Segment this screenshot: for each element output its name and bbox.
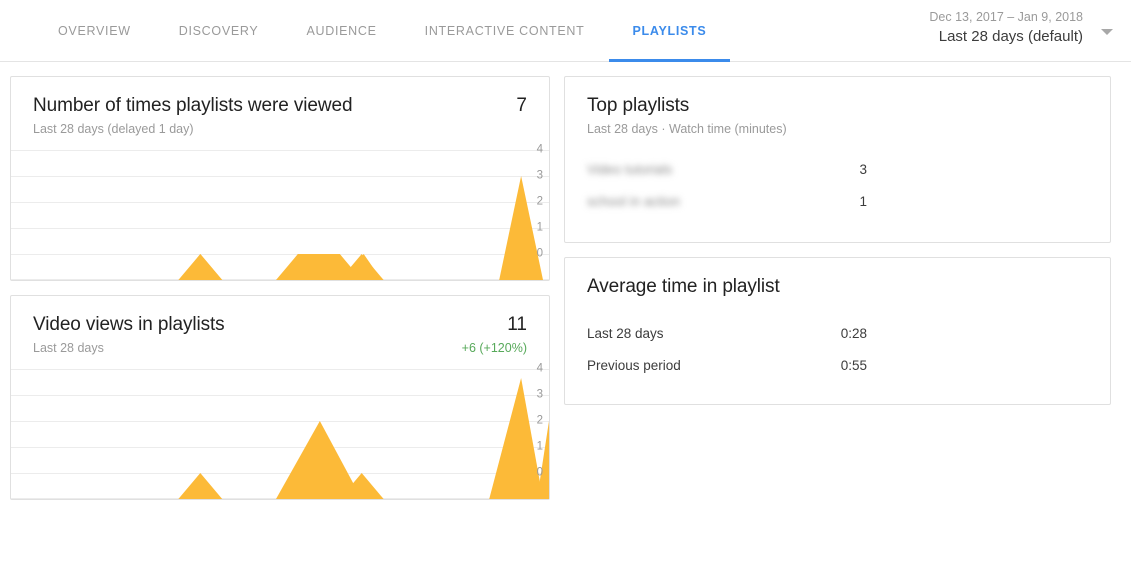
card-header: Average time in playlist bbox=[565, 258, 1110, 298]
date-range-text: Dec 13, 2017 – Jan 9, 2018 Last 28 days … bbox=[929, 8, 1083, 48]
card-subtitle: Last 28 days bbox=[33, 341, 104, 355]
playlists-dashboard: Number of times playlists were viewed 7 … bbox=[0, 62, 1131, 514]
y-tick-label: 4 bbox=[536, 143, 543, 156]
card-total-value: 7 bbox=[516, 95, 527, 116]
y-tick-label: 4 bbox=[536, 362, 543, 375]
card-playlist-views: Number of times playlists were viewed 7 … bbox=[10, 76, 550, 281]
period-value: 0:28 bbox=[840, 325, 867, 341]
y-tick-label: 2 bbox=[536, 195, 543, 208]
table-row: Last 28 days 0:28 bbox=[587, 318, 1088, 348]
area-chart-playlist-views: 4 3 2 1 0 bbox=[11, 144, 549, 280]
card-average-time: Average time in playlist Last 28 days 0:… bbox=[564, 257, 1111, 405]
card-title-row: Top playlists bbox=[587, 95, 1088, 117]
tab-label: PLAYLISTS bbox=[632, 23, 707, 38]
right-column: Top playlists Last 28 days · Watch time … bbox=[564, 76, 1111, 419]
average-time-bars: Last 28 days 0:28 Previous period 0:55 bbox=[565, 298, 1110, 404]
date-range-preset: Last 28 days (default) bbox=[938, 28, 1083, 45]
table-row[interactable]: school in action 1 bbox=[587, 186, 1088, 216]
card-top-playlists: Top playlists Last 28 days · Watch time … bbox=[564, 76, 1111, 243]
area-series-peak-4 bbox=[489, 378, 544, 499]
gridlines bbox=[11, 150, 549, 280]
period-value: 0:55 bbox=[840, 357, 867, 373]
card-title-row: Video views in playlists 11 bbox=[33, 314, 527, 336]
bar-track bbox=[879, 192, 1088, 210]
date-range-selector[interactable]: Dec 13, 2017 – Jan 9, 2018 Last 28 days … bbox=[929, 8, 1113, 48]
y-tick-label: 3 bbox=[536, 169, 543, 182]
card-header: Top playlists Last 28 days · Watch time … bbox=[565, 77, 1110, 136]
period-label: Previous period bbox=[587, 357, 681, 373]
bar-track bbox=[879, 356, 1088, 374]
playlist-watch-time: 1 bbox=[859, 193, 867, 209]
area-series-peak-2 bbox=[276, 421, 362, 499]
card-video-views: Video views in playlists 11 Last 28 days… bbox=[10, 295, 550, 500]
tab-playlists[interactable]: PLAYLISTS bbox=[608, 0, 731, 62]
card-title: Top playlists bbox=[587, 95, 690, 116]
card-title-row: Average time in playlist bbox=[587, 276, 1088, 298]
y-tick-label: 3 bbox=[536, 388, 543, 401]
analytics-tab-bar: OVERVIEW DISCOVERY AUDIENCE INTERACTIVE … bbox=[0, 0, 1131, 62]
card-subtitle-row: Last 28 days +6 (+120%) bbox=[33, 341, 527, 355]
card-total-value: 11 bbox=[507, 314, 527, 335]
area-chart-svg bbox=[11, 150, 549, 280]
card-subtitle-row: Last 28 days · Watch time (minutes) bbox=[587, 122, 1088, 136]
bar-track bbox=[879, 324, 1088, 342]
area-series bbox=[11, 254, 522, 280]
card-subtitle: Last 28 days (delayed 1 day) bbox=[33, 122, 194, 136]
tab-audience[interactable]: AUDIENCE bbox=[282, 0, 400, 61]
area-chart-video-views: 4 3 2 1 0 bbox=[11, 363, 549, 499]
tab-label: AUDIENCE bbox=[306, 23, 377, 38]
tab-overview[interactable]: OVERVIEW bbox=[34, 0, 155, 61]
table-row[interactable]: Video tutorials 3 bbox=[587, 154, 1088, 184]
bar-track bbox=[879, 160, 1088, 178]
top-playlists-bars: Video tutorials 3 school in action 1 bbox=[565, 136, 1110, 242]
playlist-watch-time: 3 bbox=[859, 161, 867, 177]
card-header: Number of times playlists were viewed 7 … bbox=[11, 77, 549, 136]
card-title: Average time in playlist bbox=[587, 276, 780, 297]
tab-label: DISCOVERY bbox=[178, 23, 259, 38]
gridlines bbox=[11, 369, 549, 499]
period-label: Last 28 days bbox=[587, 325, 664, 341]
tab-interactive-content[interactable]: INTERACTIVE CONTENT bbox=[401, 0, 609, 61]
tab-label: INTERACTIVE CONTENT bbox=[424, 23, 585, 38]
card-title: Number of times playlists were viewed bbox=[33, 95, 353, 116]
tab-label: OVERVIEW bbox=[58, 23, 131, 38]
tab-list: OVERVIEW DISCOVERY AUDIENCE INTERACTIVE … bbox=[0, 0, 731, 62]
card-title: Video views in playlists bbox=[33, 314, 225, 335]
y-tick-label: 0 bbox=[536, 247, 543, 260]
y-tick-label: 0 bbox=[536, 466, 543, 479]
area-series-peak-1 bbox=[178, 254, 223, 280]
card-header: Video views in playlists 11 Last 28 days… bbox=[11, 296, 549, 355]
table-row: Previous period 0:55 bbox=[587, 350, 1088, 380]
card-subtitle: Last 28 days · Watch time (minutes) bbox=[587, 122, 787, 136]
y-tick-label: 1 bbox=[536, 440, 543, 453]
card-subtitle-row: Last 28 days (delayed 1 day) bbox=[33, 122, 527, 136]
y-tick-label: 2 bbox=[536, 414, 543, 427]
left-column: Number of times playlists were viewed 7 … bbox=[10, 76, 550, 514]
y-tick-label: 1 bbox=[536, 221, 543, 234]
tab-discovery[interactable]: DISCOVERY bbox=[155, 0, 283, 61]
date-range-dates: Dec 13, 2017 – Jan 9, 2018 bbox=[929, 10, 1083, 24]
playlist-name: school in action bbox=[587, 193, 681, 209]
card-title-row: Number of times playlists were viewed 7 bbox=[33, 95, 527, 117]
area-chart-svg bbox=[11, 369, 549, 499]
area-series-peak-1 bbox=[178, 473, 223, 499]
playlist-name: Video tutorials bbox=[587, 161, 673, 177]
chevron-down-icon[interactable] bbox=[1101, 29, 1113, 35]
card-delta-value: +6 (+120%) bbox=[461, 341, 527, 355]
